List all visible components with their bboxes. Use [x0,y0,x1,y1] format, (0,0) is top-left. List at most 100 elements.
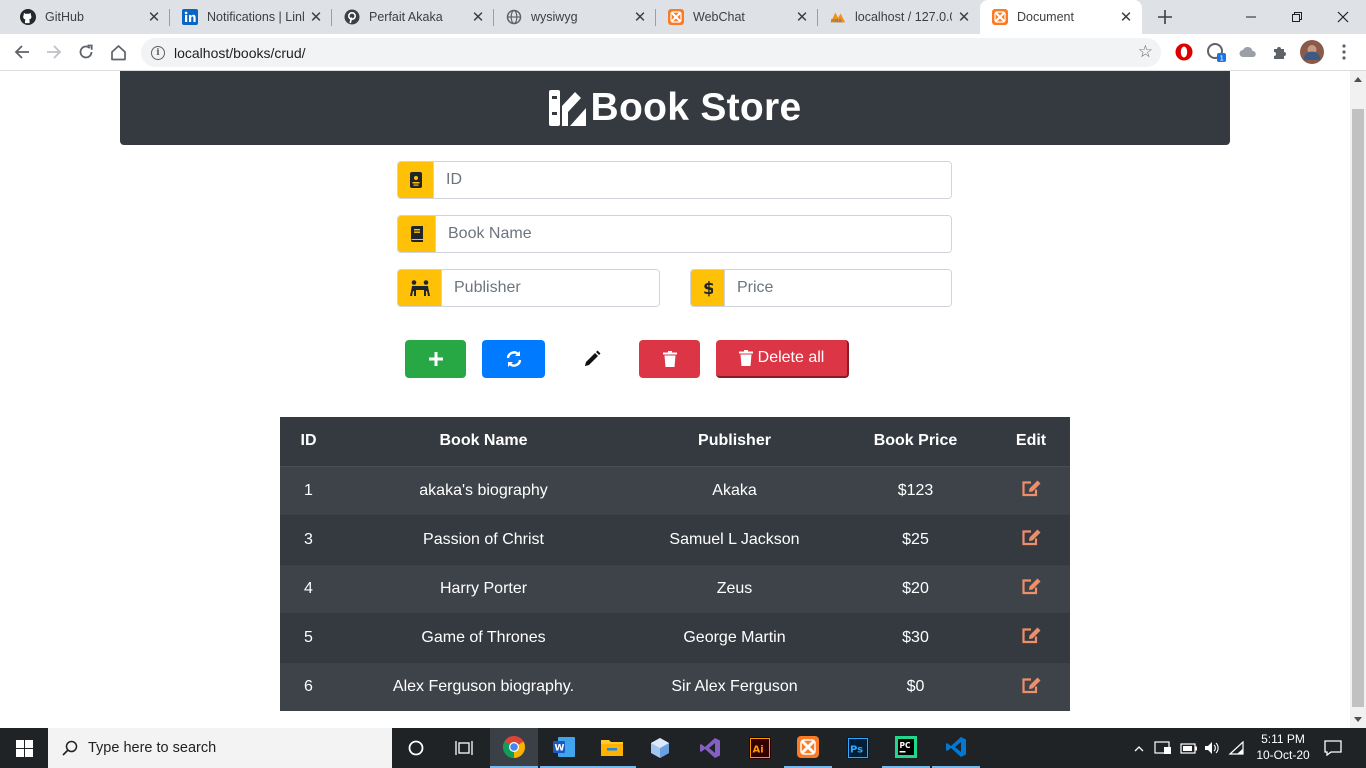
tab-pinterest[interactable]: Perfait Akaka ✕ [332,0,494,34]
cell-id: 3 [280,514,337,564]
minimize-button[interactable] [1228,0,1274,34]
table-row[interactable]: 5 Game of Thrones George Martin $30 [280,612,1070,662]
cell-edit [992,514,1070,564]
table-row[interactable]: 6 Alex Ferguson biography. Sir Alex Ferg… [280,661,1070,711]
reload-button[interactable] [72,38,100,66]
publisher-input-group [397,269,660,307]
cell-book-name: Alex Ferguson biography. [337,661,630,711]
table-row[interactable]: 4 Harry Porter Zeus $20 [280,563,1070,613]
start-button[interactable] [0,728,48,768]
taskbar-search[interactable]: Type here to search [48,728,392,768]
close-icon[interactable]: ✕ [632,9,648,26]
cell-edit [992,661,1070,711]
close-icon[interactable]: ✕ [1118,9,1134,26]
delete-button[interactable] [639,340,700,378]
price-input-group: $ [690,269,952,307]
3d-viewer-taskbar-icon[interactable] [636,728,684,768]
page-scrollbar[interactable] [1350,71,1366,728]
cell-id: 4 [280,563,337,613]
edit-row-icon[interactable] [1021,626,1041,646]
taskbar-clock[interactable]: 5:11 PM 10-Oct-20 [1248,731,1318,763]
extension-badge-icon[interactable]: 1 [1206,42,1226,62]
task-view-icon[interactable] [440,728,488,768]
bookmark-star-icon[interactable]: ☆ [1138,43,1153,61]
search-placeholder: Type here to search [88,740,217,756]
svg-text:Ai: Ai [753,745,764,756]
address-bar[interactable]: i localhost/books/crud/ ☆ [141,38,1161,67]
vscode-taskbar-icon[interactable] [932,728,980,768]
cell-price: $20 [839,563,992,613]
info-icon: i [151,45,165,60]
puzzle-extensions-icon[interactable] [1270,42,1290,62]
edit-button[interactable] [561,340,623,378]
cell-id: 1 [280,465,337,515]
pycharm-taskbar-icon[interactable]: PC [882,728,930,768]
price-input[interactable] [725,270,951,306]
restore-button[interactable] [1274,0,1320,34]
column-header-publisher: Publisher [630,417,839,467]
tab-linkedin[interactable]: Notifications | LinkedIn ✕ [170,0,332,34]
publisher-input[interactable] [442,270,659,306]
wifi-icon[interactable] [1226,728,1248,768]
file-explorer-taskbar-icon[interactable] [588,728,636,768]
close-icon[interactable]: ✕ [146,9,162,26]
trash-icon [662,351,677,367]
tray-chevron-up-icon[interactable] [1130,728,1148,768]
home-button[interactable] [104,38,132,66]
svg-text:W: W [555,744,565,754]
delete-all-button[interactable]: Delete all [716,340,849,378]
refresh-button[interactable] [482,340,545,378]
table-row[interactable]: 1 akaka's biography Akaka $123 [280,465,1070,515]
photoshop-taskbar-icon[interactable]: Ps [834,728,882,768]
reload-icon [79,44,93,59]
column-header-id: ID [280,417,337,467]
visual-studio-taskbar-icon[interactable] [686,728,734,768]
scroll-up-icon[interactable] [1354,77,1362,82]
xampp-taskbar-icon[interactable] [784,728,832,768]
tab-document[interactable]: Document ✕ [980,0,1142,34]
close-icon[interactable]: ✕ [794,9,810,26]
scrollbar-thumb[interactable] [1352,109,1364,707]
close-icon[interactable]: ✕ [470,9,486,26]
windows-logo-icon [15,739,33,757]
arrow-left-icon [14,45,29,59]
tray-device-icon[interactable] [1152,728,1174,768]
search-icon [62,740,78,756]
pinterest-icon [344,9,360,25]
close-icon[interactable]: ✕ [308,9,324,26]
illustrator-taskbar-icon[interactable]: Ai [736,728,784,768]
table-row[interactable]: 3 Passion of Christ Samuel L Jackson $25 [280,514,1070,564]
profile-avatar[interactable] [1300,40,1324,64]
back-button[interactable] [8,38,36,66]
forward-button[interactable] [40,38,68,66]
new-tab-button[interactable] [1153,5,1177,29]
volume-icon[interactable] [1202,728,1222,768]
book-name-input[interactable] [436,216,951,252]
cortana-icon[interactable] [392,728,440,768]
cloud-extension-icon[interactable] [1238,42,1258,62]
menu-kebab-icon[interactable] [1334,42,1354,62]
add-book-button[interactable] [405,340,466,378]
scroll-down-icon[interactable] [1354,717,1362,722]
url-text: localhost/books/crud/ [174,44,306,61]
svg-text:1: 1 [1220,55,1224,63]
notifications-icon[interactable] [1320,728,1346,768]
close-window-button[interactable] [1320,0,1366,34]
tab-github[interactable]: GitHub ✕ [8,0,170,34]
id-input[interactable] [434,162,951,198]
edit-row-icon[interactable] [1021,479,1041,499]
svg-text:PC: PC [900,741,911,750]
chrome-taskbar-icon[interactable] [490,728,538,768]
page-title: Book Store [590,86,802,129]
opera-extension-icon[interactable] [1174,42,1194,62]
tab-wysiwyg[interactable]: wysiwyg ✕ [494,0,656,34]
close-icon[interactable]: ✕ [956,9,972,26]
edit-row-icon[interactable] [1021,577,1041,597]
edit-row-icon[interactable] [1021,528,1041,548]
edit-row-icon[interactable] [1021,675,1041,695]
tab-phpmyadmin[interactable]: PMA localhost / 127.0.0.1 ✕ [818,0,980,34]
battery-icon[interactable] [1178,728,1200,768]
word-taskbar-icon[interactable]: W [540,728,588,768]
tab-webchat[interactable]: WebChat ✕ [656,0,818,34]
book-name-input-group [397,215,952,253]
